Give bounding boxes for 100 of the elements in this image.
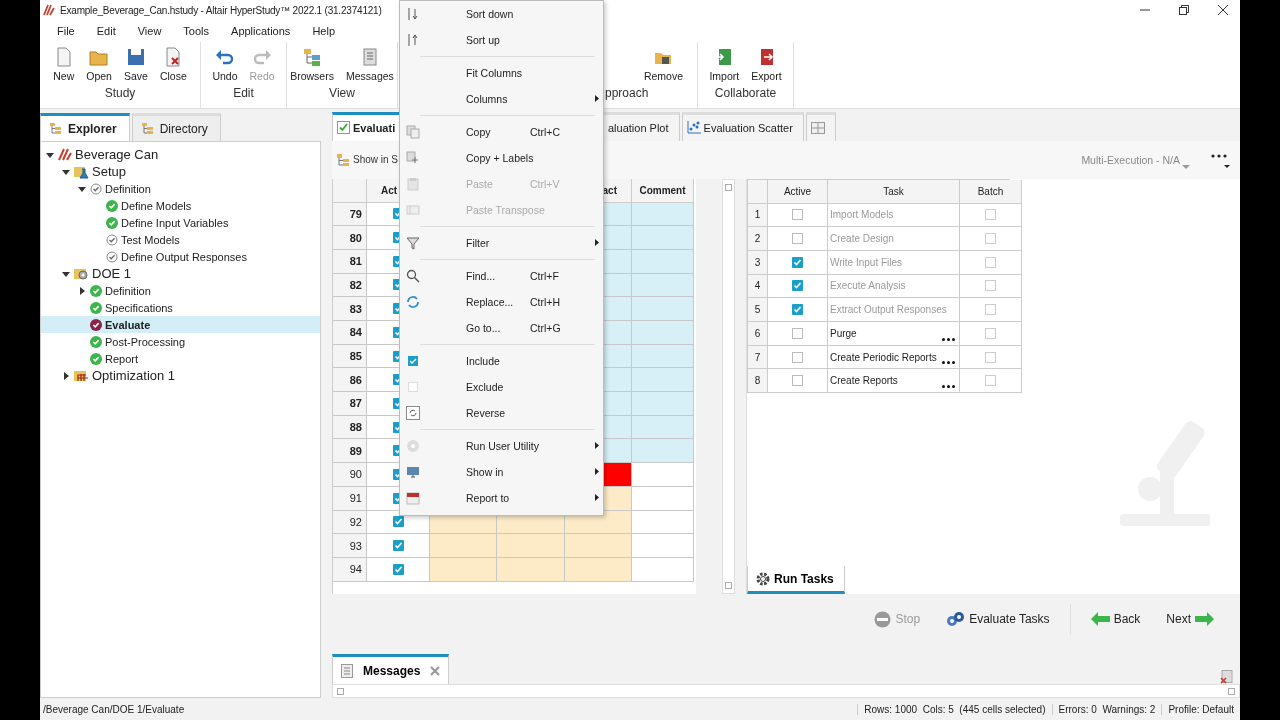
menu-item[interactable]: View (126, 25, 173, 37)
view-tab[interactable]: aluation Plot (603, 111, 680, 141)
menu-item[interactable]: Include (400, 348, 603, 374)
execution-dropdown[interactable]: Multi-Execution - N/A (1081, 153, 1190, 166)
row-number: 86 (333, 368, 367, 393)
folder-gear-icon (74, 266, 89, 281)
ribbon-button[interactable]: Close (155, 46, 191, 82)
ribbon-button[interactable]: New (49, 46, 79, 82)
checkbox[interactable] (985, 327, 996, 339)
scroll-button-icon[interactable] (337, 687, 344, 695)
tree-item[interactable]: Setup (41, 163, 320, 180)
scroll-button-icon[interactable] (725, 183, 732, 191)
save-icon (125, 46, 146, 67)
menu-item[interactable]: Tools (172, 25, 221, 37)
more-options-icon[interactable] (942, 337, 955, 341)
menu-item[interactable]: Report to (400, 485, 603, 511)
menu-item[interactable]: Exclude (400, 374, 603, 400)
logo-icon (58, 148, 72, 161)
messages-tab[interactable]: Messages (332, 654, 450, 685)
menu-item[interactable]: Help (301, 25, 346, 37)
table-cell (497, 534, 565, 558)
menu-item[interactable]: Show in (400, 459, 603, 485)
collapsed-arrow-icon[interactable] (61, 370, 71, 381)
action-button[interactable]: Evaluate Tasks (940, 610, 1056, 628)
menu-item[interactable]: Fit Columns (400, 60, 603, 86)
checkbox[interactable] (392, 516, 404, 528)
scroll-button-icon[interactable] (1228, 687, 1235, 695)
ribbon-button[interactable]: Save (119, 46, 152, 82)
checkbox[interactable] (792, 375, 803, 387)
checklist-icon (337, 121, 350, 135)
horizontal-scrollbar[interactable] (332, 684, 1240, 699)
show-in-button[interactable]: Show in S (336, 152, 399, 167)
action-button[interactable]: Back (1084, 612, 1147, 627)
ribbon-button[interactable]: Browsers (286, 46, 338, 82)
tree-item[interactable]: Optimization 1 (41, 367, 320, 384)
view-tab[interactable]: Evaluation Scatter (681, 111, 804, 141)
task-name: Purge (828, 322, 960, 346)
menu-item[interactable]: Edit (85, 25, 127, 37)
collapsed-arrow-icon[interactable] (77, 285, 87, 296)
row-number: 84 (333, 321, 367, 345)
ribbon-button[interactable]: Export (747, 46, 786, 82)
tree-item[interactable]: Report (41, 350, 320, 367)
checkbox[interactable] (792, 327, 803, 339)
menu-item[interactable]: Reverse (400, 400, 603, 426)
menu-item[interactable]: Filter (400, 230, 603, 256)
ribbon-button[interactable]: Import (705, 46, 744, 82)
layout-tab[interactable] (805, 111, 836, 141)
menu-item[interactable]: Columns (400, 86, 603, 112)
ribbon-button[interactable]: Open (82, 46, 116, 82)
menu-item[interactable]: File (46, 25, 86, 37)
row-number: 93 (333, 534, 367, 558)
reverse-icon (406, 406, 420, 420)
close-icon[interactable] (1218, 5, 1228, 15)
ribbon-button[interactable]: Remove (639, 46, 687, 82)
tree-item[interactable]: Define Output Responses (41, 248, 320, 265)
tree-item[interactable]: DOE 1 (41, 265, 320, 282)
checkbox[interactable] (792, 351, 803, 363)
tree-item[interactable]: Define Input Variables (41, 214, 320, 231)
tree-item[interactable]: Specifications (41, 299, 320, 316)
checkbox[interactable] (985, 375, 996, 387)
action-button[interactable]: Next (1160, 612, 1220, 627)
copy-icon (406, 125, 420, 139)
panel-tab[interactable]: Directory (131, 113, 221, 141)
hierarchy-icon (336, 152, 350, 167)
checkbox[interactable] (392, 540, 404, 552)
more-options-icon[interactable] (942, 385, 955, 389)
row-number: 5 (748, 298, 768, 322)
empty-checkbox-icon (406, 380, 420, 394)
menu-item[interactable]: Replace... Ctrl+H (400, 289, 603, 315)
checkbox[interactable] (392, 563, 404, 575)
row-number: 79 (333, 202, 367, 227)
clear-messages-icon[interactable] (1220, 670, 1234, 685)
tree-item[interactable]: Evaluate (41, 316, 320, 333)
tree-item[interactable]: Definition (41, 282, 320, 299)
tree-item[interactable]: Post-Processing (41, 333, 320, 350)
tree-item[interactable]: Test Models (41, 231, 320, 248)
ribbon-button[interactable]: Messages (341, 46, 398, 82)
ribbon-button[interactable]: Undo (208, 46, 242, 82)
checkbox[interactable] (985, 351, 996, 363)
menu-item[interactable]: Copy + Labels (400, 145, 603, 171)
menu-item[interactable]: Go to... Ctrl+G (400, 315, 603, 341)
row-number: 7 (748, 345, 768, 370)
menu-item[interactable]: Find... Ctrl+F (400, 263, 603, 289)
tree-item[interactable]: Beverage Can (41, 146, 320, 163)
more-options-icon[interactable] (942, 361, 955, 365)
scrollbar[interactable] (722, 178, 735, 595)
menu-item[interactable]: Run User Utility (400, 433, 603, 459)
menu-item[interactable]: Sort down (400, 1, 603, 27)
task-name: Write Input Files (828, 250, 960, 275)
menu-item[interactable]: Applications (220, 25, 302, 37)
scroll-button-icon[interactable] (725, 582, 732, 590)
row-number: 1 (748, 203, 768, 228)
tree-item[interactable]: Define Models (41, 197, 320, 214)
menu-item[interactable]: Sort up (400, 27, 603, 53)
folder-tree-icon (140, 122, 154, 135)
window-title: Example_Beverage_Can.hstudy - Altair HyperStudy™ 2022.1 (31.2374121) (60, 4, 382, 16)
tree-item[interactable]: Definition (41, 180, 320, 197)
restore-icon[interactable] (1179, 5, 1189, 15)
run-tasks-tab[interactable]: Run Tasks (747, 566, 845, 595)
panel-tab[interactable]: Explorer (40, 113, 130, 141)
